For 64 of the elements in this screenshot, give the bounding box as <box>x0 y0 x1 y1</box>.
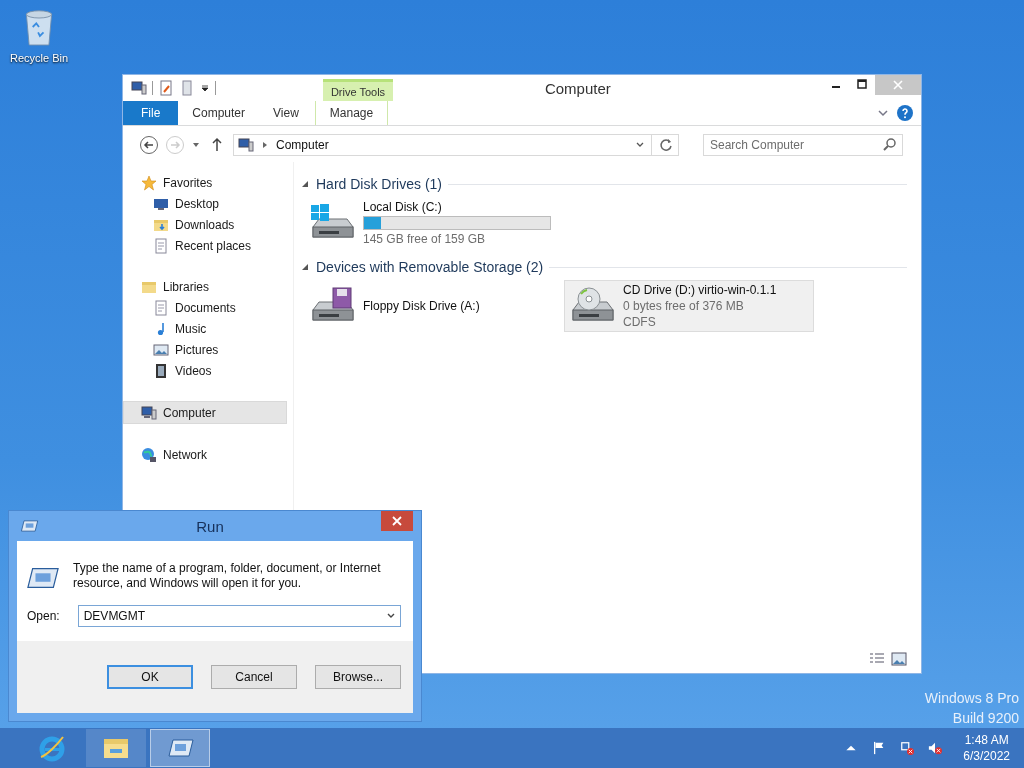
muted-speaker-icon[interactable] <box>928 741 943 755</box>
drive-name: Floppy Disk Drive (A:) <box>363 299 480 313</box>
picture-icon <box>153 341 169 358</box>
close-button[interactable] <box>381 511 413 531</box>
drive-name: Local Disk (C:) <box>363 200 443 214</box>
window-title: Computer <box>544 79 611 97</box>
ribbon-tab[interactable]: Computer <box>178 101 260 125</box>
open-field[interactable]: DEVMGMT <box>77 605 401 627</box>
navigation-item[interactable]: Libraries <box>131 276 287 297</box>
ribbon-tab[interactable]: View <box>259 101 313 125</box>
star-icon <box>141 174 157 191</box>
film-icon <box>153 362 169 379</box>
drive-tile[interactable]: Floppy Disk Drive (A:) <box>304 280 554 332</box>
dialog-title: Run <box>195 517 225 535</box>
navigation-item[interactable]: Computer <box>123 401 287 424</box>
help-icon[interactable] <box>897 105 913 121</box>
network-error-icon[interactable] <box>900 741 915 755</box>
collapse-icon[interactable] <box>300 179 310 189</box>
navigation-item[interactable]: Recent places <box>131 235 287 256</box>
navigation-item[interactable]: Network <box>131 444 287 465</box>
clock[interactable]: 1:48 AM 6/3/2022 <box>951 733 1018 763</box>
navigation-item[interactable]: Documents <box>131 297 287 318</box>
search-field[interactable]: Search Computer <box>703 134 903 156</box>
group-heading: Devices with Removable Storage (2) <box>316 259 544 275</box>
navigation-item[interactable]: Music <box>131 318 287 339</box>
taskbar-button[interactable] <box>150 729 210 767</box>
file-tab[interactable]: File <box>123 101 179 125</box>
globe-icon <box>141 446 157 463</box>
address-bar[interactable]: Computer <box>233 134 679 156</box>
drive-name: CD Drive (D:) virtio-win-0.1.1 <box>623 283 777 297</box>
computer-icon <box>131 80 147 96</box>
drive-detail: CDFS <box>623 315 657 329</box>
edition-text: Windows 8 Pro <box>924 690 1019 706</box>
taskbar-button[interactable] <box>86 729 146 767</box>
navigation-item[interactable]: Favorites <box>131 172 287 193</box>
desktop-icon-label[interactable]: Recycle Bin <box>9 52 69 64</box>
dialog-button[interactable]: Browse... <box>315 665 401 689</box>
back-button[interactable] <box>139 135 159 155</box>
run-icon <box>21 520 39 532</box>
document-icon <box>153 299 169 316</box>
search-icon[interactable] <box>882 137 898 153</box>
drive-detail: 145 GB free of 159 GB <box>363 232 487 246</box>
dialog-button[interactable]: OK <box>107 665 193 689</box>
navigation-item[interactable]: Pictures <box>131 339 287 360</box>
group-heading: Hard Disk Drives (1) <box>316 176 442 192</box>
dropdown-icon[interactable] <box>200 83 210 93</box>
dialog-message: Type the name of a program, folder, document, or Internet resource, and Windows will open it for you. <box>73 561 382 591</box>
computer-icon <box>141 404 157 421</box>
run-icon <box>27 567 59 589</box>
open-label: Open: <box>27 609 60 623</box>
navigation-item[interactable]: Videos <box>131 360 287 381</box>
drive-tools-label: Drive Tools <box>323 79 393 101</box>
document-icon <box>153 237 169 254</box>
drive-tile[interactable]: Local Disk (C:) 145 GB free of 159 GB <box>304 197 554 249</box>
properties-icon[interactable] <box>158 80 174 96</box>
edition-text: Build 9200 <box>952 710 1019 726</box>
large-icons-view-icon[interactable] <box>891 651 907 667</box>
drive-detail: 0 bytes free of 376 MB <box>623 299 745 313</box>
collapse-icon[interactable] <box>300 262 310 272</box>
navigation-item[interactable]: Desktop <box>131 193 287 214</box>
navigation-item[interactable]: Downloads <box>131 214 287 235</box>
expand-ribbon-icon[interactable] <box>877 107 889 119</box>
dialog-button[interactable]: Cancel <box>211 665 297 689</box>
drive-tile[interactable]: CD Drive (D:) virtio-win-0.1.1 0 bytes free of 376 MB CDFS <box>564 280 814 332</box>
